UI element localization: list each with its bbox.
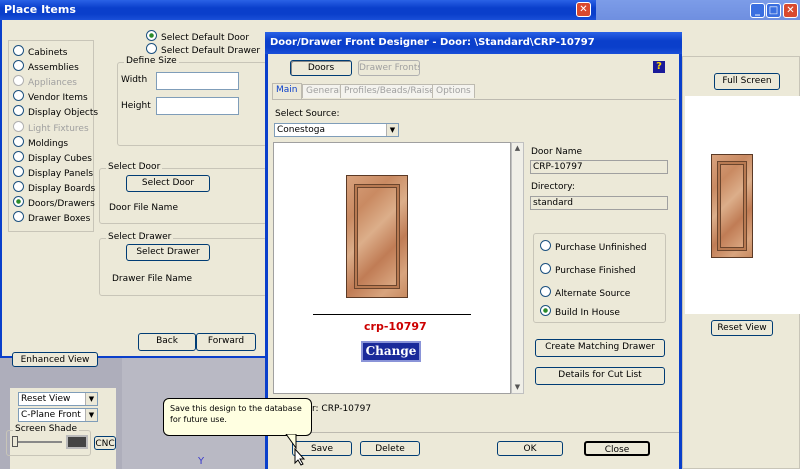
category-radio-doors-drawers[interactable]: Doors/Drawers [13, 196, 95, 210]
right-door-preview [711, 154, 753, 258]
category-radio-assemblies[interactable]: Assemblies [13, 60, 79, 74]
tab-general[interactable]: General [302, 84, 346, 98]
height-label: Height [121, 101, 151, 111]
maximize-icon[interactable]: □ [766, 3, 781, 18]
drawer-fronts-button[interactable]: Drawer Fronts [358, 60, 420, 76]
tab-divider [272, 99, 676, 100]
right-reset-view-button[interactable]: Reset View [711, 320, 773, 336]
save-tooltip: Save this design to the database for fut… [163, 398, 312, 436]
select-default-drawer-radio[interactable]: Select Default Drawer [146, 43, 260, 57]
source-radio-build-in-house[interactable]: Build In House [540, 305, 620, 319]
cplane-select[interactable]: C-Plane Front ▼ [18, 408, 98, 422]
place-items-titlebar: Place Items [0, 0, 596, 20]
tab-options[interactable]: Options [432, 84, 475, 98]
chevron-down-icon: ▼ [386, 124, 398, 136]
source-radio-purchase-unfinished[interactable]: Purchase Unfinished [540, 240, 647, 254]
door-file-name-label: Door File Name [109, 203, 178, 213]
designer-titlebar: Door/Drawer Front Designer - Door: \Stan… [265, 32, 682, 54]
preview-scrollbar[interactable] [511, 142, 524, 394]
place-items-close-icon[interactable]: ✕ [576, 2, 591, 17]
category-radio-cabinets[interactable]: Cabinets [13, 45, 67, 59]
chevron-down-icon: ▼ [85, 409, 97, 421]
mouse-cursor-icon [294, 448, 306, 466]
door-text-partial: r: CRP-10797 [312, 404, 372, 414]
tab-profiles-beads-raises[interactable]: Profiles/Beads/Raises [340, 84, 444, 98]
slider-thumb[interactable] [12, 436, 18, 447]
door-name-label: Door Name [531, 147, 583, 157]
category-radio-vendor-items[interactable]: Vendor Items [13, 90, 88, 104]
forward-button[interactable]: Forward [196, 333, 256, 351]
close-button[interactable]: Close [584, 441, 650, 456]
category-radio-display-cubes[interactable]: Display Cubes [13, 151, 92, 165]
select-door-button[interactable]: Select Door [126, 175, 210, 192]
chevron-down-icon: ▼ [85, 393, 97, 405]
reset-view-select[interactable]: Reset View ▼ [18, 392, 98, 406]
select-source-dropdown[interactable]: Conestoga ▼ [274, 123, 399, 137]
minimize-icon[interactable]: _ [750, 3, 765, 18]
drawer-file-name-label: Drawer File Name [112, 274, 193, 284]
category-radio-display-boards[interactable]: Display Boards [13, 181, 95, 195]
screen-shade-legend: Screen Shade [13, 424, 79, 434]
category-radio-appliances: Appliances [13, 75, 77, 89]
back-button[interactable]: Back [138, 333, 196, 351]
doors-button[interactable]: Doors [290, 60, 352, 76]
category-radio-display-objects[interactable]: Display Objects [13, 105, 98, 119]
width-label: Width [121, 75, 148, 85]
shade-color-swatch[interactable] [66, 435, 88, 449]
background-close-icon[interactable]: ✕ [783, 3, 798, 18]
place-items-title: Place Items [4, 3, 76, 16]
y-axis-label: Y [198, 456, 205, 467]
door-preview-baseline [313, 314, 471, 315]
define-size-legend: Define Size [124, 56, 179, 66]
ok-button[interactable]: OK [497, 441, 563, 456]
delete-button[interactable]: Delete [360, 441, 420, 456]
directory-field: standard [530, 196, 668, 210]
category-radio-moldings[interactable]: Moldings [13, 136, 68, 150]
source-radio-alternate-source[interactable]: Alternate Source [540, 286, 630, 300]
door-name-field: CRP-10797 [530, 160, 668, 174]
tab-main[interactable]: Main [272, 83, 302, 99]
designer-title: Door/Drawer Front Designer - Door: \Stan… [270, 37, 595, 48]
category-radio-display-panels[interactable]: Display Panels [13, 166, 93, 180]
scroll-down-icon[interactable]: ▼ [512, 382, 523, 393]
full-screen-button[interactable]: Full Screen [714, 73, 780, 90]
bottom-divider [268, 432, 679, 433]
category-radio-drawer-boxes[interactable]: Drawer Boxes [13, 211, 90, 225]
height-input[interactable] [156, 97, 239, 115]
directory-label: Directory: [531, 182, 575, 192]
category-radio-light-fixtures: Light Fixtures [13, 121, 89, 135]
width-input[interactable] [156, 72, 239, 90]
help-icon[interactable]: ? [653, 61, 665, 73]
select-drawer-legend: Select Drawer [106, 232, 174, 242]
screen-shade-slider[interactable] [12, 441, 62, 443]
select-default-door-radio[interactable]: Select Default Door [146, 30, 249, 44]
create-matching-drawer-button[interactable]: Create Matching Drawer [535, 339, 665, 357]
select-drawer-button[interactable]: Select Drawer [126, 244, 210, 261]
scroll-up-icon[interactable]: ▲ [512, 143, 523, 154]
source-radio-purchase-finished[interactable]: Purchase Finished [540, 263, 636, 277]
select-door-legend: Select Door [106, 162, 163, 172]
change-button[interactable]: Change [361, 341, 421, 362]
door-code-label: crp-10797 [364, 320, 427, 333]
cnc-button[interactable]: CNC [94, 436, 116, 450]
details-for-cut-list-button[interactable]: Details for Cut List [535, 367, 665, 385]
select-source-label: Select Source: [275, 109, 340, 119]
door-preview-image [346, 175, 408, 298]
enhanced-view-button[interactable]: Enhanced View [12, 352, 98, 367]
